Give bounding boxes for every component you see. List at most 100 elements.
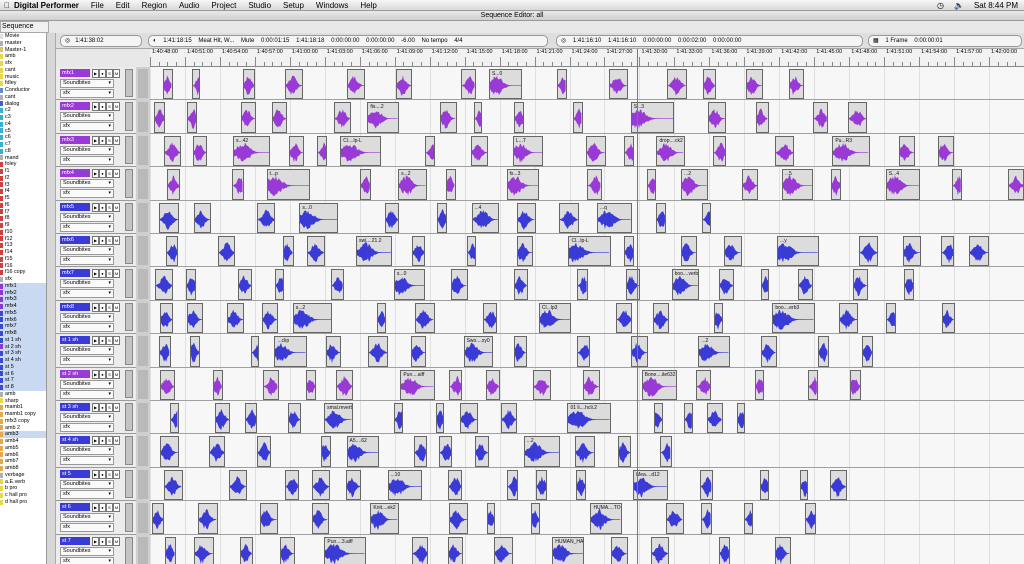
track-lane[interactable] — [150, 501, 1024, 535]
track-list-item[interactable]: f7 — [0, 209, 46, 216]
play-enable-button[interactable]: ▶ — [92, 102, 99, 112]
audio-clip[interactable] — [159, 202, 179, 233]
audio-clip[interactable] — [213, 369, 223, 400]
track-list-item[interactable]: amb4 — [0, 438, 46, 445]
grid-offset[interactable]: 0:00:00:01 — [914, 38, 942, 44]
audio-clip[interactable] — [533, 369, 551, 400]
audio-clip[interactable] — [191, 69, 201, 100]
solo-button[interactable]: S — [106, 269, 113, 279]
audio-clip[interactable] — [761, 336, 777, 367]
audio-clip[interactable] — [186, 302, 203, 334]
audio-clip[interactable] — [237, 269, 253, 300]
track-output-select[interactable]: sfx — [60, 456, 114, 466]
track-list-item[interactable]: amb5 — [0, 445, 46, 452]
track-list-item[interactable]: music — [0, 74, 46, 81]
track-list-item[interactable]: cant — [0, 94, 46, 101]
track-input-select[interactable]: Soundbites — [60, 379, 114, 389]
event-info-bar[interactable]: ◐ 1:41:18:15 Meat Hit, W... Mute 0:00:01… — [148, 35, 548, 47]
track-list-item[interactable]: f13 — [0, 242, 46, 249]
track-list-item[interactable]: mamb1 copy — [0, 411, 46, 418]
audio-clip[interactable] — [170, 403, 179, 434]
audio-clip[interactable] — [500, 403, 517, 434]
track-list-item[interactable]: c7 — [0, 141, 46, 148]
audio-clip[interactable]: fs...3 — [506, 169, 539, 200]
audio-clip[interactable]: HUMAN_HA....HANDS_TOGE — [552, 536, 585, 564]
track-list-item[interactable]: f14 — [0, 249, 46, 256]
track-list-item[interactable]: st 7 — [0, 377, 46, 384]
record-button[interactable]: ● — [99, 169, 106, 179]
audio-clip[interactable] — [226, 302, 244, 334]
track-output-select[interactable]: sfx — [60, 189, 114, 199]
play-enable-button[interactable]: ▶ — [92, 135, 99, 145]
solo-button[interactable]: S — [106, 102, 113, 112]
audio-clip[interactable] — [760, 469, 770, 501]
track-output-select[interactable]: sfx — [60, 322, 114, 332]
solo-button[interactable]: S — [106, 436, 113, 446]
mute-button[interactable]: M — [113, 302, 120, 312]
record-button[interactable]: ● — [99, 69, 106, 78]
audio-clip[interactable] — [312, 503, 329, 534]
track-list-item[interactable]: sharp — [0, 398, 46, 405]
play-enable-button[interactable]: ▶ — [92, 469, 99, 479]
audio-clip[interactable] — [683, 403, 693, 434]
track-input-select[interactable]: Soundbites — [60, 246, 114, 255]
track-list-item[interactable]: mfx6 — [0, 316, 46, 324]
audio-clip[interactable] — [760, 269, 769, 300]
audio-clip[interactable] — [217, 236, 236, 267]
track-lane[interactable] — [150, 201, 1024, 234]
solo-button[interactable]: S — [106, 469, 113, 479]
menu-audio[interactable]: Audio — [179, 1, 199, 10]
mute-button[interactable]: M — [113, 369, 120, 379]
track-name[interactable]: mfx6 — [60, 236, 90, 244]
track-list-item[interactable]: c3 — [0, 114, 46, 121]
audio-clip[interactable] — [251, 336, 260, 367]
audio-clip[interactable] — [326, 336, 342, 367]
audio-clip[interactable]: L...T — [512, 135, 543, 167]
track-list-item[interactable]: mfx7 — [0, 323, 46, 330]
clock[interactable]: Sat 8:44 PM — [974, 1, 1018, 10]
audio-clip[interactable] — [474, 436, 489, 467]
app-name-menu[interactable]: Digital Performer — [14, 1, 79, 10]
audio-clip[interactable] — [969, 236, 990, 267]
audio-clip[interactable] — [701, 202, 712, 233]
track-list-item[interactable]: mfx5 — [0, 309, 46, 317]
track-list-item[interactable]: st 1 sh — [0, 336, 46, 344]
track-list-item[interactable]: c4 — [0, 121, 46, 128]
menu-region[interactable]: Region — [142, 1, 167, 10]
track-name[interactable]: st 3 sh — [60, 403, 90, 411]
audio-clip[interactable]: Bone....ite632 — [641, 369, 677, 400]
solo-button[interactable]: S — [106, 302, 113, 312]
track-name[interactable]: mfx2 — [60, 102, 90, 111]
audio-clip[interactable]: Cl...lp-L — [568, 236, 611, 267]
audio-clip[interactable] — [577, 269, 588, 300]
menu-help[interactable]: Help — [360, 1, 376, 10]
track-list-item[interactable]: amb8 — [0, 465, 46, 472]
audio-clip[interactable] — [804, 503, 817, 534]
audio-clip[interactable] — [494, 536, 513, 564]
audio-clip[interactable]: t...p — [266, 169, 311, 200]
track-list-item[interactable]: verbage — [0, 472, 46, 479]
audio-clip[interactable] — [368, 336, 389, 367]
audio-clip[interactable] — [624, 135, 635, 167]
track-list-item[interactable]: mfx4 — [0, 303, 46, 310]
audio-clip[interactable] — [741, 169, 759, 200]
audio-clip[interactable] — [737, 403, 746, 434]
audio-clip[interactable] — [311, 469, 330, 501]
audio-clip[interactable] — [743, 503, 753, 534]
audio-clip[interactable] — [274, 269, 285, 300]
audio-clip[interactable] — [360, 169, 371, 200]
audio-clip[interactable] — [587, 169, 602, 200]
audio-clip[interactable]: swi....21.2 — [355, 236, 392, 267]
audio-clip[interactable]: drop....ck2 — [656, 135, 685, 167]
audio-clip[interactable] — [446, 169, 456, 200]
event-meter[interactable]: 4/4 — [454, 38, 462, 44]
track-list-item[interactable]: fdley — [0, 80, 46, 87]
track-list-item[interactable]: amb 2 — [0, 425, 46, 432]
selection-nudge[interactable]: 0:00:02:00 — [678, 38, 706, 44]
audio-clip[interactable]: boo....erb3 — [772, 302, 815, 334]
audio-clip[interactable] — [449, 503, 469, 534]
track-list-item[interactable]: b pro — [0, 485, 46, 492]
audio-clip[interactable] — [646, 169, 656, 200]
track-input-select[interactable]: Soundbites — [60, 479, 114, 489]
audio-clip[interactable]: A5....62 — [346, 436, 380, 467]
